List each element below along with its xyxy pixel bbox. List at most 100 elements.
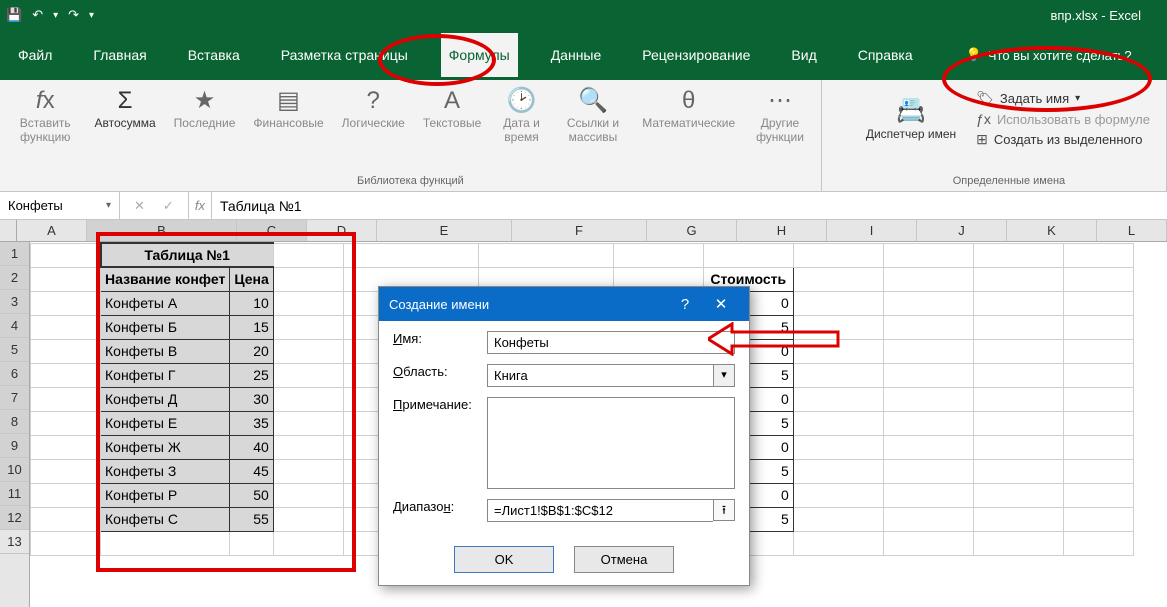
cell-c10[interactable]: 45 bbox=[230, 459, 273, 483]
cell-c11[interactable]: 50 bbox=[230, 483, 273, 507]
dialog-titlebar[interactable]: Создание имени ? ✕ bbox=[379, 287, 749, 321]
clock-icon: 🕑 bbox=[507, 86, 537, 116]
cell-b5[interactable]: Конфеты В bbox=[101, 339, 230, 363]
tab-formulas[interactable]: Формулы bbox=[441, 33, 518, 77]
col-header-f[interactable]: F bbox=[512, 220, 647, 241]
col-header-c[interactable]: C bbox=[237, 220, 307, 241]
chevron-down-icon[interactable]: ▾ bbox=[106, 200, 111, 211]
cell-b9[interactable]: Конфеты Ж bbox=[101, 435, 230, 459]
dialog-close-button[interactable]: ✕ bbox=[703, 295, 739, 313]
datetime-button[interactable]: 🕑 Дата и время bbox=[491, 84, 552, 147]
qat-customize-icon[interactable]: ▾ bbox=[89, 10, 94, 21]
cell-b1[interactable]: Таблица №1 bbox=[101, 243, 274, 267]
col-header-g[interactable]: G bbox=[647, 220, 737, 241]
range-input[interactable] bbox=[487, 499, 713, 522]
cell-b4[interactable]: Конфеты Б bbox=[101, 315, 230, 339]
row-header-13[interactable]: 13 bbox=[0, 530, 29, 554]
other-fn-button[interactable]: ⋯ Другие функции bbox=[745, 84, 815, 147]
cell-c7[interactable]: 30 bbox=[230, 387, 273, 411]
row-header-3[interactable]: 3 bbox=[0, 290, 29, 314]
tab-data[interactable]: Данные bbox=[543, 33, 610, 77]
cell-b12[interactable]: Конфеты С bbox=[101, 507, 230, 531]
col-header-h[interactable]: H bbox=[737, 220, 827, 241]
tell-me[interactable]: 💡 Что вы хотите сделать? bbox=[966, 47, 1132, 63]
row-header-1[interactable]: 1 bbox=[0, 242, 29, 266]
row-header-2[interactable]: 2 bbox=[0, 266, 29, 290]
math-button[interactable]: θ Математические bbox=[634, 84, 743, 132]
cell-b8[interactable]: Конфеты Е bbox=[101, 411, 230, 435]
tab-view[interactable]: Вид bbox=[783, 33, 824, 77]
name-box-input[interactable] bbox=[8, 198, 88, 213]
tab-review[interactable]: Рецензирование bbox=[634, 33, 758, 77]
cell-c9[interactable]: 40 bbox=[230, 435, 273, 459]
define-name-button[interactable]: 🏷 Задать имя ▾ bbox=[976, 90, 1150, 107]
tab-help[interactable]: Справка bbox=[850, 33, 921, 77]
financial-button[interactable]: ▤ Финансовые bbox=[245, 84, 331, 132]
comment-textarea[interactable] bbox=[487, 397, 735, 489]
col-header-j[interactable]: J bbox=[917, 220, 1007, 241]
fx-button[interactable]: fx bbox=[188, 192, 212, 219]
row-header-11[interactable]: 11 bbox=[0, 482, 29, 506]
row-header-9[interactable]: 9 bbox=[0, 434, 29, 458]
define-name-label: Задать имя bbox=[1000, 91, 1069, 106]
row-header-6[interactable]: 6 bbox=[0, 362, 29, 386]
recent-button[interactable]: ★ Последние bbox=[166, 84, 244, 132]
cell-c3[interactable]: 10 bbox=[230, 291, 273, 315]
col-header-d[interactable]: D bbox=[307, 220, 377, 241]
lookup-button[interactable]: 🔍 Ссылки и массивы bbox=[554, 84, 632, 147]
insert-function-button[interactable]: fx Вставить функцию bbox=[6, 84, 84, 147]
row-header-12[interactable]: 12 bbox=[0, 506, 29, 530]
cell-b7[interactable]: Конфеты Д bbox=[101, 387, 230, 411]
cell-b11[interactable]: Конфеты Р bbox=[101, 483, 230, 507]
cancel-button[interactable]: Отмена bbox=[574, 546, 674, 573]
save-icon[interactable]: 💾 bbox=[6, 7, 22, 23]
cell-b3[interactable]: Конфеты А bbox=[101, 291, 230, 315]
autosum-button[interactable]: Σ Автосумма bbox=[86, 84, 163, 132]
row-header-5[interactable]: 5 bbox=[0, 338, 29, 362]
tab-file[interactable]: Файл bbox=[10, 33, 60, 77]
name-box[interactable]: ▾ bbox=[0, 192, 120, 219]
col-header-k[interactable]: K bbox=[1007, 220, 1097, 241]
cell-c2[interactable]: Цена bbox=[230, 267, 273, 291]
cancel-formula-icon[interactable]: ✕ bbox=[134, 198, 145, 214]
dialog-help-button[interactable]: ? bbox=[667, 296, 703, 313]
cell-c8[interactable]: 35 bbox=[230, 411, 273, 435]
undo-more-icon[interactable]: ▾ bbox=[53, 10, 58, 21]
row-header-4[interactable]: 4 bbox=[0, 314, 29, 338]
name-input[interactable] bbox=[487, 331, 735, 354]
row-header-10[interactable]: 10 bbox=[0, 458, 29, 482]
col-header-l[interactable]: L bbox=[1097, 220, 1167, 241]
tab-home[interactable]: Главная bbox=[85, 33, 154, 77]
cell-b10[interactable]: Конфеты З bbox=[101, 459, 230, 483]
scope-select[interactable] bbox=[487, 364, 713, 387]
create-from-selection-button[interactable]: ⊞ Создать из выделенного bbox=[976, 131, 1150, 148]
cell-c12[interactable]: 55 bbox=[230, 507, 273, 531]
cell-c5[interactable]: 20 bbox=[230, 339, 273, 363]
text-button[interactable]: A Текстовые bbox=[415, 84, 489, 132]
cell-b2[interactable]: Название конфет bbox=[101, 267, 230, 291]
cell-b6[interactable]: Конфеты Г bbox=[101, 363, 230, 387]
tab-page-layout[interactable]: Разметка страницы bbox=[273, 33, 416, 77]
col-header-e[interactable]: E bbox=[377, 220, 512, 241]
theta-icon: θ bbox=[682, 86, 695, 116]
cell-c4[interactable]: 15 bbox=[230, 315, 273, 339]
use-in-formula-button[interactable]: ƒx Использовать в формуле bbox=[976, 111, 1150, 127]
col-header-a[interactable]: A bbox=[17, 220, 87, 241]
tab-insert[interactable]: Вставка bbox=[180, 33, 248, 77]
insert-function-label: Вставить функцию bbox=[14, 116, 76, 145]
cell-c6[interactable]: 25 bbox=[230, 363, 273, 387]
col-header-b[interactable]: B bbox=[87, 220, 237, 241]
scope-dropdown-button[interactable]: ▾ bbox=[713, 364, 735, 387]
logical-button[interactable]: ? Логические bbox=[334, 84, 413, 132]
col-header-i[interactable]: I bbox=[827, 220, 917, 241]
name-manager-button[interactable]: 📇 Диспетчер имен bbox=[858, 95, 964, 143]
formula-input[interactable] bbox=[212, 198, 1167, 214]
row-header-8[interactable]: 8 bbox=[0, 410, 29, 434]
enter-formula-icon[interactable]: ✓ bbox=[163, 198, 174, 214]
undo-icon[interactable]: ↶ bbox=[32, 7, 43, 23]
range-picker-button[interactable]: ⭱ bbox=[713, 499, 735, 521]
row-header-7[interactable]: 7 bbox=[0, 386, 29, 410]
ok-button[interactable]: OK bbox=[454, 546, 554, 573]
select-all-corner[interactable] bbox=[0, 220, 17, 242]
redo-icon[interactable]: ↷ bbox=[68, 7, 79, 23]
